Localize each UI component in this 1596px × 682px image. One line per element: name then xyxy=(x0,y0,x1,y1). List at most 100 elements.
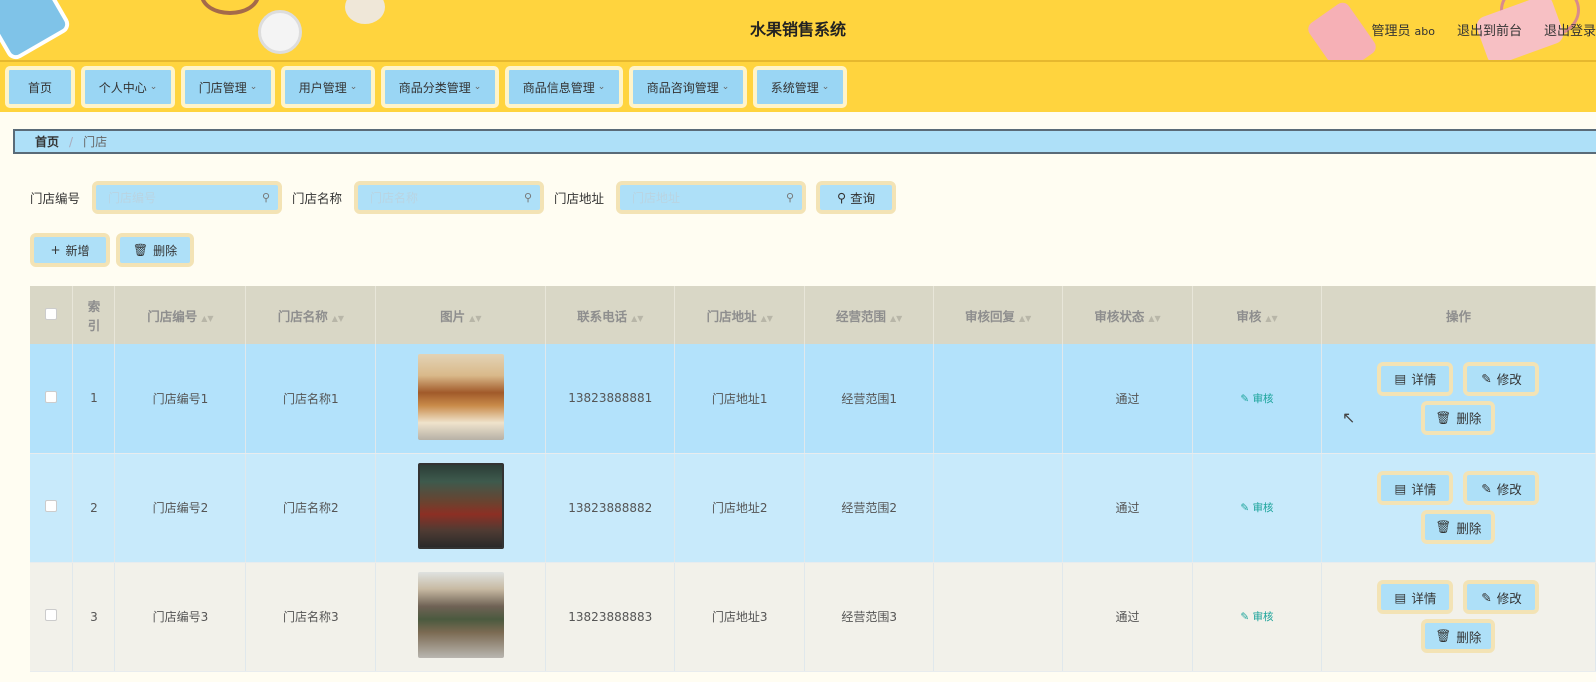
row-checkbox[interactable] xyxy=(45,609,58,621)
store-name-placeholder: 门店名称 xyxy=(370,190,419,205)
nav-item-label: 商品分类管理 xyxy=(398,80,471,95)
trash-icon: 🗑 xyxy=(1435,409,1452,425)
row-select-cell xyxy=(30,562,74,672)
cell-store-name: 门店名称1 xyxy=(245,344,377,454)
col-phone[interactable]: 联系电话 ▲▼ xyxy=(545,286,676,344)
row-checkbox[interactable] xyxy=(45,500,58,512)
nav-item-personal-center[interactable]: 个人中心 ⌄ xyxy=(81,66,175,108)
col-store-name[interactable]: 门店名称 ▲▼ xyxy=(245,286,377,344)
audit-link[interactable]: ✎ 审核 xyxy=(1240,611,1273,623)
cell-phone: 13823888882 xyxy=(545,453,676,563)
col-label: 联系电话 xyxy=(577,308,628,324)
cell-store-no: 门店编号3 xyxy=(114,562,247,672)
col-label: 门店地址 xyxy=(706,308,757,324)
nav-item-store-management[interactable]: 门店管理 ⌄ xyxy=(181,66,275,108)
store-no-input[interactable]: 门店编号 ⚲ xyxy=(92,180,283,214)
detail-button[interactable]: ▤ 详情 xyxy=(1377,471,1454,505)
delete-button-label: 删除 xyxy=(1456,629,1482,645)
row-checkbox[interactable] xyxy=(45,390,58,403)
chevron-down-icon: ⌄ xyxy=(349,82,358,92)
nav-item-label: 商品咨询管理 xyxy=(646,80,719,95)
store-address-input[interactable]: 门店地址 ⚲ xyxy=(616,180,807,214)
cell-scope: 经营范围2 xyxy=(804,453,935,563)
cell-audit: ✎ 审核 xyxy=(1192,453,1322,563)
user-name: abo xyxy=(1414,25,1435,38)
logout-link[interactable]: 退出登录 xyxy=(1544,20,1596,39)
nav-item-category-management[interactable]: 商品分类管理 ⌄ xyxy=(381,66,499,108)
cell-scope: 经营范围3 xyxy=(804,562,935,672)
store-photo[interactable] xyxy=(417,353,504,440)
cell-status: 通过 xyxy=(1062,344,1194,454)
plus-icon: + xyxy=(50,243,61,257)
table-row[interactable]: 1 门店编号1 门店名称1 13823888881 门店地址1 经营范围1 通过… xyxy=(30,344,1596,454)
col-index-line2: 引 xyxy=(87,318,101,333)
store-name-label: 门店名称 xyxy=(292,190,343,206)
nav-item-label: 系统管理 xyxy=(770,80,819,95)
nav-item-system-management[interactable]: 系统管理 ⌄ xyxy=(753,66,847,108)
detail-button[interactable]: ▤ 详情 xyxy=(1377,580,1454,614)
delete-button[interactable]: 🗑 删除 xyxy=(1421,510,1496,544)
document-icon: ▤ xyxy=(1394,371,1407,387)
col-status[interactable]: 审核状态 ▲▼ xyxy=(1062,286,1194,344)
delete-button[interactable]: 🗑 删除 xyxy=(1421,400,1496,435)
audit-link[interactable]: ✎ 审核 xyxy=(1240,502,1273,514)
nav-item-product-info-management[interactable]: 商品信息管理 ⌄ xyxy=(505,66,623,108)
breadcrumb-home[interactable]: 首页 xyxy=(35,133,59,150)
col-scope[interactable]: 经营范围 ▲▼ xyxy=(804,286,935,344)
cell-image xyxy=(375,453,547,563)
store-photo[interactable] xyxy=(417,572,504,658)
table-row[interactable]: 2 门店编号2 门店名称2 13823888882 门店地址2 经营范围2 通过… xyxy=(30,453,1596,563)
cell-scope: 经营范围1 xyxy=(804,344,935,454)
cell-operations: ▤ 详情 ✎ 修改 🗑 删除 xyxy=(1321,562,1596,672)
col-audit[interactable]: 审核 ▲▼ xyxy=(1192,286,1322,344)
col-label: 审核 xyxy=(1236,308,1262,324)
nav-item-home[interactable]: 首页 xyxy=(5,66,75,108)
nav-item-label: 首页 xyxy=(27,80,52,95)
col-index: 索引 xyxy=(72,286,116,344)
nav-item-label: 商品信息管理 xyxy=(522,80,595,95)
col-address[interactable]: 门店地址 ▲▼ xyxy=(674,286,806,344)
audit-link-label: 审核 xyxy=(1252,392,1274,405)
select-all-checkbox[interactable] xyxy=(45,307,58,320)
col-reply[interactable]: 审核回复 ▲▼ xyxy=(933,286,1064,344)
cell-address: 门店地址1 xyxy=(674,344,806,454)
cell-store-name: 门店名称3 xyxy=(245,562,377,672)
bulk-delete-button[interactable]: 🗑 删除 xyxy=(116,233,194,267)
query-button[interactable]: ⚲ 查询 xyxy=(816,180,897,214)
table-row[interactable]: 3 门店编号3 门店名称3 13823888883 门店地址3 经营范围3 通过… xyxy=(30,562,1596,672)
row-select-cell xyxy=(30,344,74,454)
sort-icon: ▲▼ xyxy=(1018,313,1032,323)
audit-link[interactable]: ✎ 审核 xyxy=(1240,393,1273,405)
sort-icon: ▲▼ xyxy=(1265,313,1278,323)
store-address-placeholder: 门店地址 xyxy=(632,190,681,205)
edit-button[interactable]: ✎ 修改 xyxy=(1463,580,1540,614)
delete-button[interactable]: 🗑 删除 xyxy=(1421,619,1496,653)
search-bar: 门店编号 门店编号 ⚲ 门店名称 门店名称 ⚲ 门店地址 门店地址 ⚲ ⚲ 查询 xyxy=(30,180,897,214)
edit-button[interactable]: ✎ 修改 xyxy=(1463,361,1540,396)
chevron-down-icon: ⌄ xyxy=(249,82,258,92)
nav-item-user-management[interactable]: 用户管理 ⌄ xyxy=(281,66,375,108)
breadcrumb-current: 门店 xyxy=(83,135,108,149)
cell-reply xyxy=(933,344,1064,454)
nav-item-product-consult-management[interactable]: 商品咨询管理 ⌄ xyxy=(629,66,747,108)
cell-store-no: 门店编号2 xyxy=(114,453,247,563)
store-table: 索引 门店编号 ▲▼ 门店名称 ▲▼ 图片 ▲▼ 联系电话 ▲▼ 门店地址 ▲▼ 经营范围… xyxy=(30,286,1596,672)
store-photo[interactable] xyxy=(417,463,504,549)
edit-button[interactable]: ✎ 修改 xyxy=(1463,471,1540,505)
col-image[interactable]: 图片 ▲▼ xyxy=(375,286,547,344)
add-button[interactable]: + 新增 xyxy=(30,233,110,267)
store-no-label: 门店编号 xyxy=(30,190,81,206)
store-name-input[interactable]: 门店名称 ⚲ xyxy=(354,180,545,214)
app-title: 水果销售系统 xyxy=(749,20,846,39)
sort-icon: ▲▼ xyxy=(890,313,903,323)
detail-button-label: 详情 xyxy=(1411,590,1437,606)
delete-button-label: 删除 xyxy=(153,243,178,258)
breadcrumb-separator: / xyxy=(69,134,74,149)
user-info: 管理员 abo xyxy=(1372,20,1435,39)
col-index-line1: 索 xyxy=(87,299,101,314)
select-all-cell xyxy=(30,286,74,344)
col-label: 审核回复 xyxy=(964,308,1015,324)
detail-button[interactable]: ▤ 详情 xyxy=(1377,361,1454,396)
col-store-no[interactable]: 门店编号 ▲▼ xyxy=(114,286,247,344)
exit-to-front-link[interactable]: 退出到前台 xyxy=(1457,20,1522,39)
